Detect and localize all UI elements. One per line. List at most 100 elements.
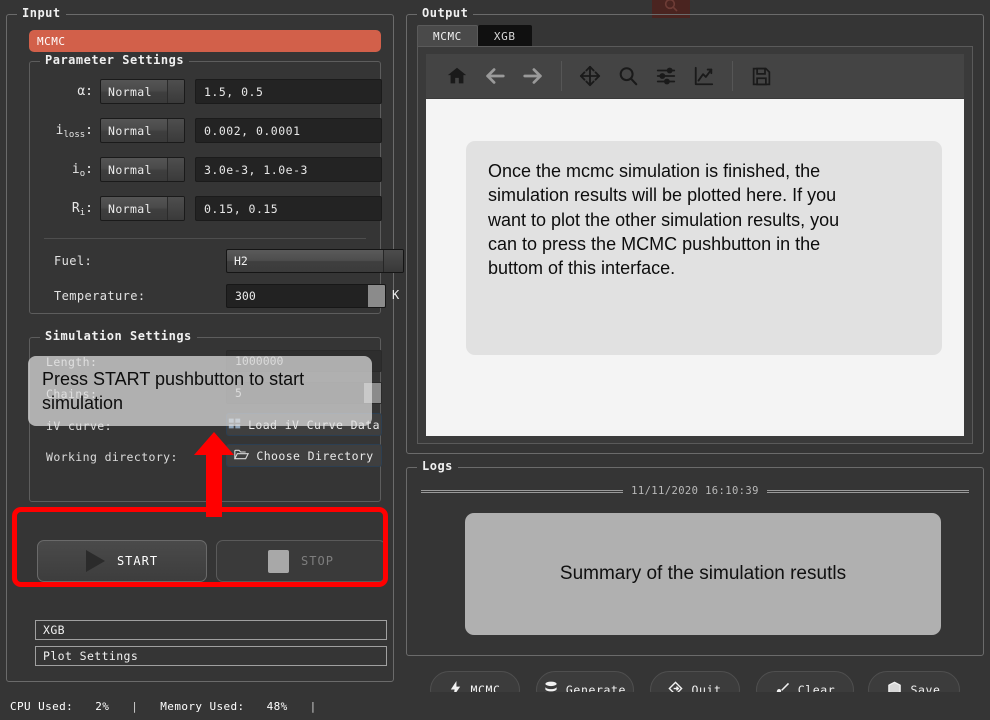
choose-directory-label: Choose Directory bbox=[256, 448, 374, 463]
subplot-sliders-icon[interactable] bbox=[647, 57, 685, 95]
collapsible-xgb[interactable]: XGB bbox=[35, 620, 387, 640]
collapsible-xgb-label: XGB bbox=[43, 623, 65, 637]
temperature-unit: K bbox=[392, 288, 400, 302]
length-label: Length: bbox=[46, 355, 98, 369]
output-panel: Output MCMC XGB bbox=[406, 6, 984, 454]
fuel-label: Fuel: bbox=[54, 254, 93, 268]
param-row-ri: Ri: Normal 0.15, 0.15 bbox=[30, 195, 382, 222]
status-separator: | bbox=[309, 699, 317, 713]
chevron-down-icon bbox=[167, 197, 184, 220]
chevron-down-icon bbox=[383, 250, 403, 272]
temperature-value: 300 bbox=[235, 289, 256, 303]
param-distribution-iloss[interactable]: Normal bbox=[100, 118, 185, 143]
log-timestamp: 11/11/2020 16:10:39 bbox=[631, 485, 759, 497]
chevron-down-icon bbox=[167, 158, 184, 181]
pan-move-icon[interactable] bbox=[571, 57, 609, 95]
param-value-ri[interactable]: 0.15, 0.15 bbox=[195, 196, 382, 221]
rule-right bbox=[766, 489, 969, 493]
input-panel-label: Input bbox=[17, 6, 66, 20]
param-distribution-io[interactable]: Normal bbox=[100, 157, 185, 182]
param-label-ri: Ri: bbox=[71, 201, 93, 218]
param-label-io: io: bbox=[71, 162, 93, 179]
save-floppy-icon[interactable] bbox=[742, 57, 780, 95]
matplotlib-toolbar bbox=[426, 54, 964, 98]
stepper-buttons-icon[interactable] bbox=[368, 285, 385, 307]
back-arrow-icon[interactable] bbox=[476, 57, 514, 95]
iv-curve-label: iV curve: bbox=[46, 419, 112, 433]
annotation-arrow-head bbox=[194, 432, 234, 455]
length-input[interactable]: 1000000 bbox=[226, 350, 382, 372]
iv-curve-row: iV curve: bbox=[46, 414, 112, 438]
tab-xgb-label: XGB bbox=[493, 30, 516, 43]
mcmc-banner-label: MCMC bbox=[37, 34, 66, 48]
temperature-input[interactable]: 300 bbox=[226, 284, 386, 308]
param-distribution-io-value: Normal bbox=[108, 162, 152, 177]
toolbar-separator bbox=[561, 61, 562, 91]
cpu-used-label: CPU Used: bbox=[10, 699, 74, 713]
chevron-down-icon bbox=[167, 80, 184, 103]
logs-panel-label: Logs bbox=[417, 459, 458, 473]
memory-used-label: Memory Used: bbox=[160, 699, 245, 713]
play-icon bbox=[85, 550, 105, 572]
simulation-settings-label: Simulation Settings bbox=[40, 329, 197, 343]
start-button[interactable]: START bbox=[37, 540, 207, 582]
param-value-alpha[interactable]: 1.5, 0.5 bbox=[195, 79, 382, 104]
divider bbox=[44, 238, 366, 239]
simulation-settings-group: Simulation Settings Length: 1000000 Chai… bbox=[29, 329, 382, 502]
output-tabbar: MCMC XGB bbox=[417, 25, 532, 47]
collapsible-plot-settings[interactable]: Plot Settings bbox=[35, 646, 387, 666]
working-directory-row: Working directory: bbox=[46, 445, 178, 469]
fuel-select[interactable]: H2 bbox=[226, 249, 404, 273]
chains-input[interactable]: 5 bbox=[226, 382, 382, 404]
stop-square-icon bbox=[268, 549, 290, 573]
temperature-label: Temperature: bbox=[54, 289, 146, 303]
cpu-used-value: 2% bbox=[95, 699, 110, 713]
load-iv-curve-button[interactable]: Load iV Curve Data bbox=[226, 413, 382, 436]
status-bar: CPU Used: 2% | Memory Used: 48% | bbox=[0, 692, 990, 720]
chevron-down-icon bbox=[167, 119, 184, 142]
input-panel: Input MCMC Parameter Settings α: Normal … bbox=[6, 6, 404, 682]
fuel-select-value: H2 bbox=[234, 254, 248, 268]
collapsible-plot-settings-label: Plot Settings bbox=[43, 649, 139, 663]
log-summary-overlay: Summary of the simulation resutls bbox=[465, 513, 941, 635]
chains-row: Chains: bbox=[46, 382, 97, 406]
stepper-buttons-icon[interactable] bbox=[364, 383, 381, 403]
param-distribution-ri-value: Normal bbox=[108, 201, 152, 216]
param-distribution-alpha[interactable]: Normal bbox=[100, 79, 185, 104]
fuel-row: Fuel: bbox=[54, 249, 92, 273]
folder-icon bbox=[234, 448, 250, 464]
chains-label: Chains: bbox=[46, 387, 98, 401]
parameter-settings-group: Parameter Settings α: Normal 1.5, 0.5 il… bbox=[29, 53, 404, 314]
param-distribution-iloss-value: Normal bbox=[108, 123, 152, 138]
home-icon[interactable] bbox=[438, 57, 476, 95]
output-panel-label: Output bbox=[417, 6, 474, 20]
mcmc-banner[interactable]: MCMC bbox=[29, 30, 381, 52]
tab-mcmc[interactable]: MCMC bbox=[417, 25, 478, 47]
parameter-settings-label: Parameter Settings bbox=[40, 53, 190, 67]
load-iv-curve-label: Load iV Curve Data bbox=[248, 417, 380, 432]
param-label-alpha: α: bbox=[77, 84, 93, 99]
memory-used-value: 48% bbox=[266, 699, 288, 713]
start-button-label: START bbox=[116, 554, 159, 568]
stop-button-label: STOP bbox=[301, 554, 334, 568]
zoom-search-icon[interactable] bbox=[609, 57, 647, 95]
param-distribution-ri[interactable]: Normal bbox=[100, 196, 185, 221]
param-value-iloss[interactable]: 0.002, 0.0001 bbox=[195, 118, 382, 143]
choose-directory-button[interactable]: Choose Directory bbox=[226, 444, 382, 467]
stop-button[interactable]: STOP bbox=[216, 540, 386, 582]
status-separator: | bbox=[131, 699, 139, 713]
param-row-alpha: α: Normal 1.5, 0.5 bbox=[30, 78, 382, 105]
table-grid-icon bbox=[228, 417, 241, 433]
working-directory-label: Working directory: bbox=[46, 450, 178, 464]
plot-canvas[interactable] bbox=[426, 99, 964, 436]
param-value-io[interactable]: 3.0e-3, 1.0e-3 bbox=[195, 157, 382, 182]
tab-mcmc-label: MCMC bbox=[433, 30, 462, 43]
edit-curve-icon[interactable] bbox=[685, 57, 723, 95]
chains-value: 5 bbox=[235, 386, 242, 400]
plot-frame bbox=[417, 46, 973, 444]
forward-arrow-icon[interactable] bbox=[514, 57, 552, 95]
param-row-iloss: iloss: Normal 0.002, 0.0001 bbox=[30, 117, 382, 144]
application-window: Input MCMC Parameter Settings α: Normal … bbox=[0, 0, 990, 720]
rule-left bbox=[421, 489, 624, 493]
tab-xgb[interactable]: XGB bbox=[477, 25, 532, 47]
